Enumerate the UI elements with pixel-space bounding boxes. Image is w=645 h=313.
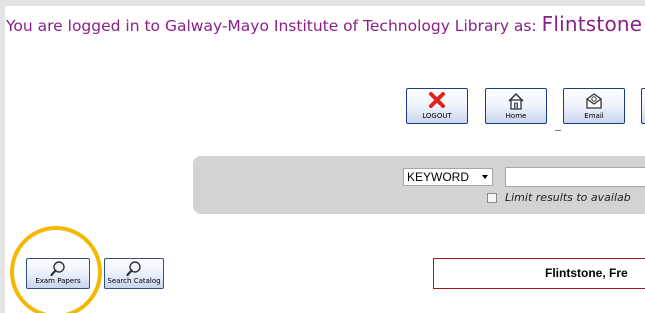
search-index-select[interactable]: KEYWORD	[403, 168, 493, 186]
magnifier-icon	[27, 260, 89, 278]
chevron-down-icon	[482, 175, 488, 179]
patron-name-box: Flintstone, Fre	[433, 258, 645, 289]
exam-papers-button[interactable]: Exam Papers	[26, 258, 90, 289]
exam-papers-label: Exam Papers	[35, 277, 81, 285]
divider-dash	[555, 130, 561, 131]
library-page: You are logged in to Galway-Mayo Institu…	[0, 0, 645, 313]
limit-available-label: Limit results to availab	[505, 191, 631, 204]
toolbar-button-partial[interactable]	[641, 88, 645, 124]
logout-label: LOGOUT	[422, 112, 452, 120]
login-status: You are logged in to Galway-Mayo Institu…	[6, 13, 642, 37]
left-divider	[0, 0, 5, 313]
email-label: Email	[584, 112, 604, 120]
home-button[interactable]: Home	[485, 88, 547, 124]
search-input[interactable]	[505, 167, 645, 187]
limit-available-checkbox[interactable]	[487, 193, 497, 203]
search-index-value: KEYWORD	[407, 170, 470, 184]
patron-name: Flintstone, Fre	[545, 266, 628, 280]
email-icon	[564, 91, 624, 111]
home-label: Home	[505, 112, 527, 120]
login-prefix: You are logged in to Galway-Mayo Institu…	[6, 17, 542, 35]
logout-button[interactable]: LOGOUT	[406, 88, 468, 124]
home-icon	[486, 91, 546, 111]
search-catalog-label: Search Catalog	[107, 277, 161, 285]
magnifier-icon	[105, 260, 163, 278]
logged-in-user: Flintstone	[541, 12, 643, 36]
top-divider	[0, 0, 645, 6]
email-button[interactable]: Email	[563, 88, 625, 124]
close-icon	[407, 91, 467, 111]
search-catalog-button[interactable]: Search Catalog	[104, 258, 164, 289]
